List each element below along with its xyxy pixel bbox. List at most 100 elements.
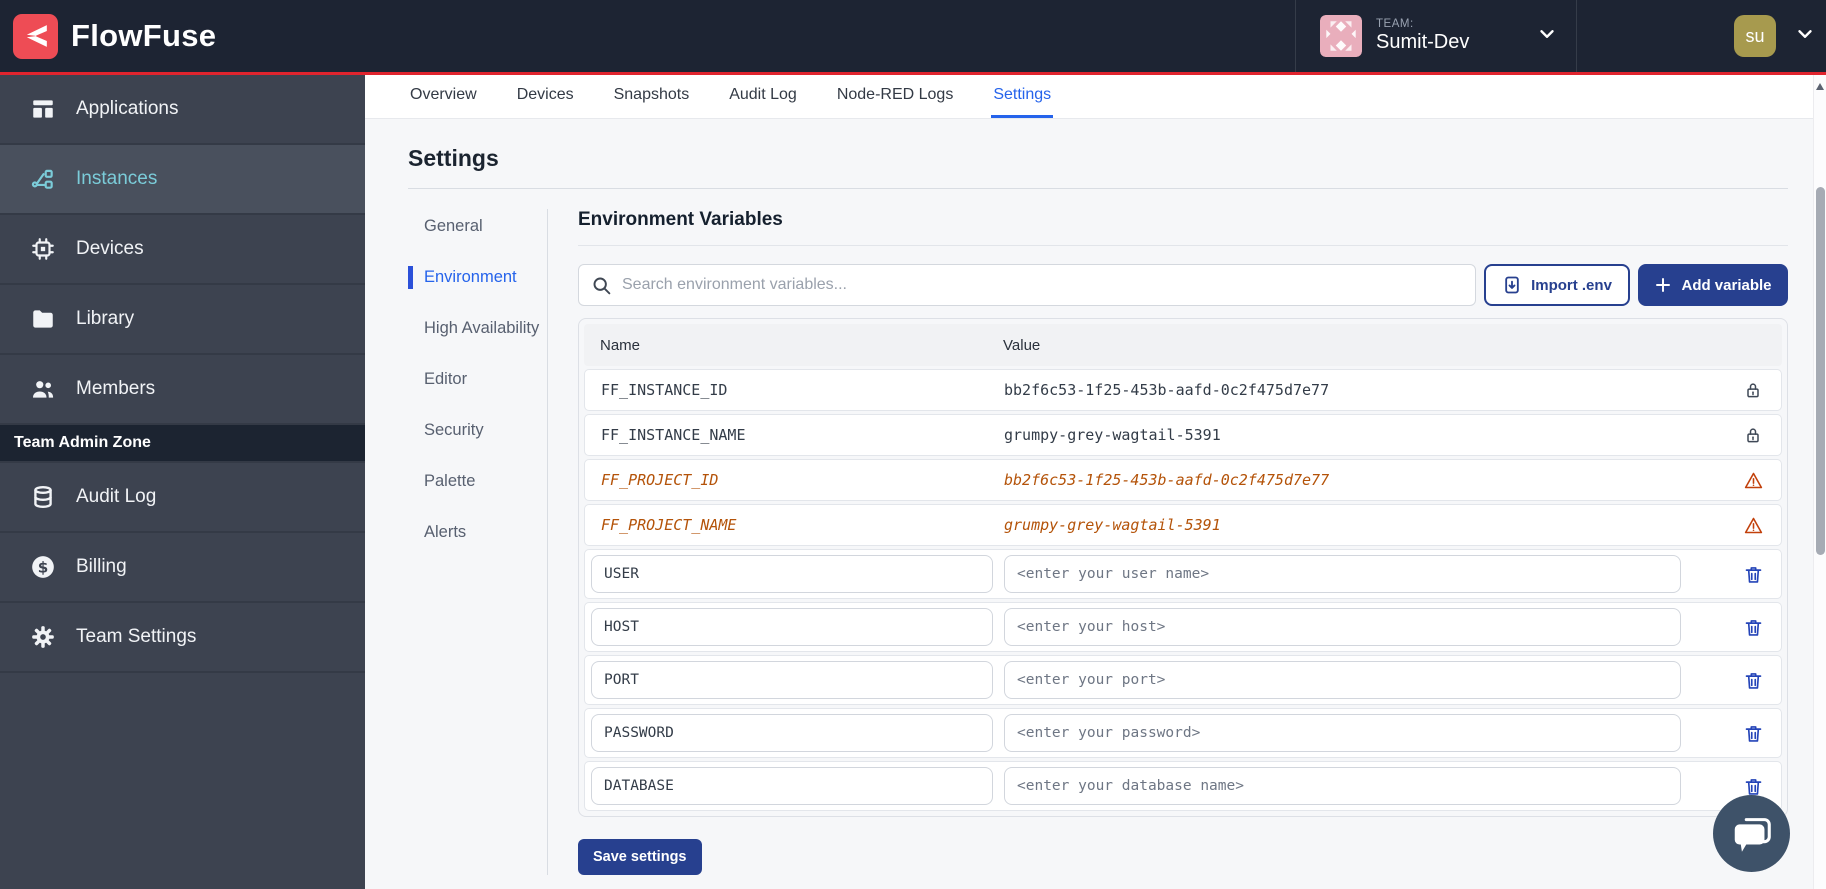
scroll-up-arrow-icon[interactable] — [1816, 83, 1824, 90]
user-avatar: su — [1734, 15, 1776, 57]
chevron-down-icon — [1536, 23, 1558, 50]
sidebar-item-audit-log[interactable]: Audit Log — [0, 463, 365, 533]
brand[interactable]: FlowFuse — [0, 14, 216, 59]
page-title: Settings — [408, 145, 1788, 172]
sidebar-item-devices[interactable]: Devices — [0, 215, 365, 285]
sidebar-item-label: Devices — [76, 238, 144, 260]
add-variable-label: Add variable — [1681, 277, 1771, 294]
trash-icon — [1743, 564, 1764, 585]
sidebar-item-instances[interactable]: Instances — [0, 145, 365, 215]
column-header-name: Name — [584, 337, 1003, 354]
top-right: TEAM: Sumit-Dev su — [1295, 0, 1826, 72]
database-icon — [30, 484, 56, 510]
instances-icon — [30, 166, 56, 192]
env-var-name-input[interactable] — [591, 767, 993, 805]
trash-icon — [1743, 723, 1764, 744]
tab-overview[interactable]: Overview — [408, 75, 479, 118]
env-var-value-input[interactable] — [1004, 767, 1681, 805]
tab-audit-log[interactable]: Audit Log — [727, 75, 799, 118]
delete-variable-button[interactable] — [1725, 723, 1781, 744]
table-row — [584, 602, 1782, 652]
chevron-down-icon — [1794, 23, 1816, 50]
subnav-general[interactable]: General — [408, 215, 547, 238]
sidebar-item-label: Team Settings — [76, 626, 196, 648]
team-avatar — [1320, 15, 1362, 57]
team-selector[interactable]: TEAM: Sumit-Dev — [1295, 0, 1577, 72]
page-scrollbar — [1813, 75, 1826, 889]
table-row: FF_PROJECT_NAME grumpy-grey-wagtail-5391 — [584, 504, 1782, 546]
subnav-high-availability[interactable]: High Availability — [408, 317, 547, 340]
table-row: FF_INSTANCE_ID bb2f6c53-1f25-453b-aafd-0… — [584, 369, 1782, 411]
delete-variable-button[interactable] — [1725, 670, 1781, 691]
sidebar-item-billing[interactable]: $ Billing — [0, 533, 365, 603]
delete-variable-button[interactable] — [1725, 617, 1781, 638]
team-admin-zone-label: Team Admin Zone — [0, 425, 365, 463]
settings-content: Settings General Environment High Availa… — [365, 119, 1826, 889]
env-var-value-input[interactable] — [1004, 608, 1681, 646]
sidebar-item-label: Billing — [76, 556, 127, 578]
subnav-security[interactable]: Security — [408, 419, 547, 442]
sidebar-item-team-settings[interactable]: Team Settings — [0, 603, 365, 673]
table-row — [584, 549, 1782, 599]
gear-icon — [30, 624, 56, 650]
scrollbar-thumb[interactable] — [1816, 187, 1825, 555]
sidebar-item-label: Library — [76, 308, 134, 330]
import-env-label: Import .env — [1531, 277, 1612, 294]
panel-title: Environment Variables — [578, 209, 1788, 231]
sidebar-item-members[interactable]: Members — [0, 355, 365, 425]
env-var-name: FF_INSTANCE_ID — [585, 381, 1004, 399]
delete-variable-button[interactable] — [1725, 776, 1781, 797]
applications-icon — [30, 96, 56, 122]
sidebar-item-label: Audit Log — [76, 486, 156, 508]
user-menu[interactable]: su — [1577, 0, 1826, 72]
search-input[interactable] — [622, 276, 1463, 294]
sidebar-item-label: Members — [76, 378, 155, 400]
import-document-icon — [1502, 275, 1522, 295]
chat-bubble-icon — [1729, 811, 1775, 857]
add-variable-button[interactable]: Add variable — [1638, 264, 1788, 306]
env-var-value-input[interactable] — [1004, 555, 1681, 593]
subnav-editor[interactable]: Editor — [408, 368, 547, 391]
team-label: TEAM: — [1376, 18, 1469, 31]
env-var-name-input[interactable] — [591, 714, 993, 752]
env-var-name: FF_INSTANCE_NAME — [585, 426, 1004, 444]
env-var-value-input[interactable] — [1004, 661, 1681, 699]
tab-node-red-logs[interactable]: Node-RED Logs — [835, 75, 956, 118]
env-var-value: grumpy-grey-wagtail-5391 — [1004, 426, 1725, 444]
env-var-value-input[interactable] — [1004, 714, 1681, 752]
env-var-value: bb2f6c53-1f25-453b-aafd-0c2f475d7e77 — [1004, 381, 1725, 399]
lock-icon — [1725, 380, 1781, 400]
panel-divider — [578, 245, 1788, 246]
warning-icon — [1725, 470, 1781, 491]
save-settings-button[interactable]: Save settings — [578, 839, 702, 875]
top-bar: FlowFuse TEAM: Sumit-Dev su — [0, 0, 1826, 72]
delete-variable-button[interactable] — [1725, 564, 1781, 585]
subnav-palette[interactable]: Palette — [408, 470, 547, 493]
tab-snapshots[interactable]: Snapshots — [612, 75, 692, 118]
env-toolbar: Import .env Add variable — [578, 264, 1788, 306]
chat-widget-button[interactable] — [1713, 795, 1790, 872]
import-env-button[interactable]: Import .env — [1484, 264, 1630, 306]
search-icon — [591, 275, 612, 296]
column-header-value: Value — [1003, 337, 1726, 354]
subnav-alerts[interactable]: Alerts — [408, 521, 547, 544]
env-var-name-input[interactable] — [591, 555, 993, 593]
table-row — [584, 708, 1782, 758]
env-var-name-input[interactable] — [591, 608, 993, 646]
plus-icon — [1654, 276, 1672, 294]
sidebar-item-label: Applications — [76, 98, 178, 120]
sidebar-item-applications[interactable]: Applications — [0, 75, 365, 145]
environment-panel: Environment Variables Import .env — [548, 209, 1788, 875]
table-row: FF_INSTANCE_NAME grumpy-grey-wagtail-539… — [584, 414, 1782, 456]
table-header: Name Value — [584, 324, 1782, 366]
trash-icon — [1743, 670, 1764, 691]
tab-settings[interactable]: Settings — [991, 75, 1053, 118]
tab-devices[interactable]: Devices — [515, 75, 576, 118]
env-var-name-input[interactable] — [591, 661, 993, 699]
sidebar-item-library[interactable]: Library — [0, 285, 365, 355]
subnav-environment[interactable]: Environment — [408, 266, 547, 289]
env-var-value: bb2f6c53-1f25-453b-aafd-0c2f475d7e77 — [1004, 471, 1725, 489]
settings-subnav: General Environment High Availability Ed… — [408, 209, 548, 875]
page-divider — [408, 188, 1788, 189]
table-row — [584, 761, 1782, 811]
